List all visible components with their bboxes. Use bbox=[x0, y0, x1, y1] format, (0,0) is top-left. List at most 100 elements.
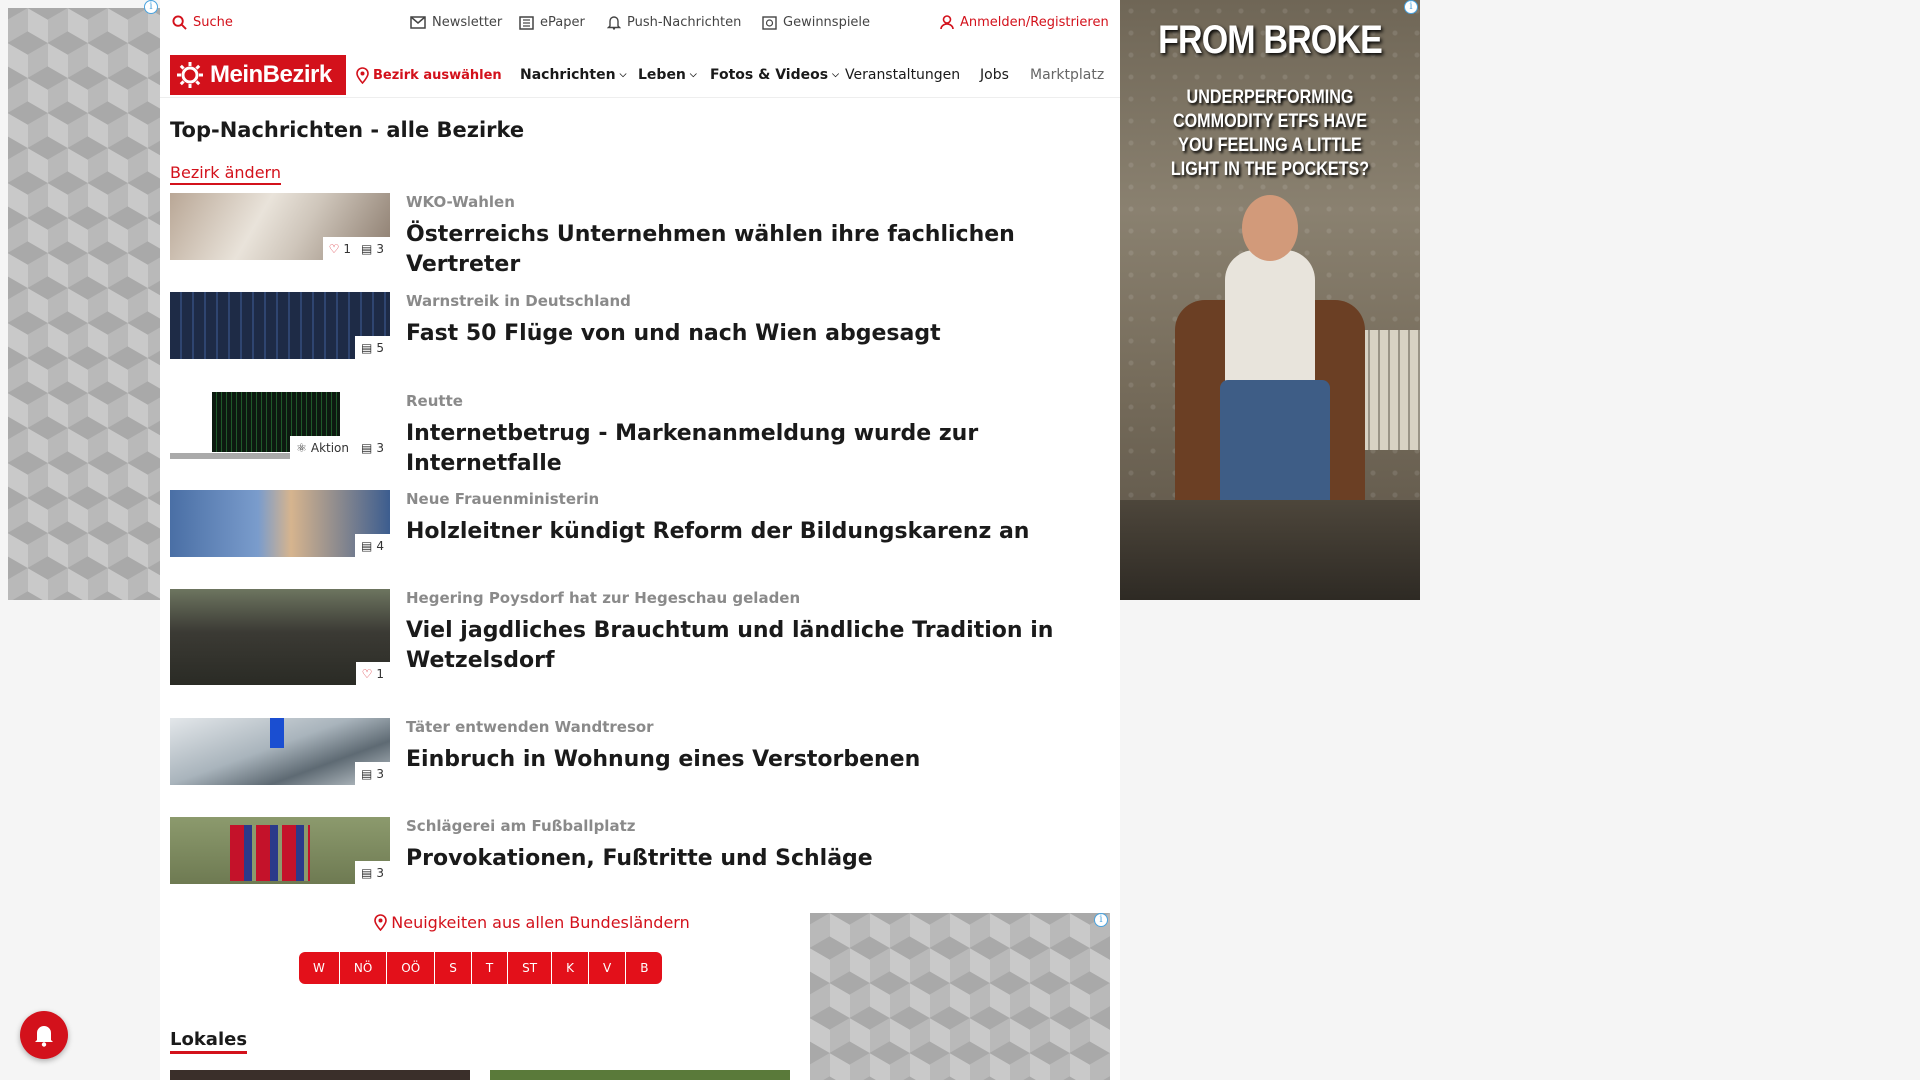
state-button-ooe[interactable]: OÖ bbox=[387, 952, 436, 984]
map-pin-icon bbox=[374, 914, 388, 931]
ad-floor bbox=[1120, 500, 1420, 600]
article-item[interactable]: ♡ 1 Hegering Poysdorf hat zur Hegeschau … bbox=[170, 589, 1110, 686]
search-icon bbox=[172, 15, 187, 30]
bundeslaender-label: Neuigkeiten aus allen Bundesländern bbox=[391, 913, 690, 932]
article-headline[interactable]: Holzleitner kündigt Reform der Bildungsk… bbox=[406, 517, 1106, 547]
nav-leben[interactable]: Leben ⌵ bbox=[638, 67, 697, 83]
article-kicker: WKO-Wahlen bbox=[406, 193, 515, 211]
epaper-link[interactable]: ePaper bbox=[519, 15, 585, 30]
chevron-down-icon: ⌵ bbox=[832, 70, 839, 80]
chevron-down-icon: ⌵ bbox=[689, 70, 697, 80]
state-button-v[interactable]: V bbox=[588, 952, 627, 984]
map-pin-icon bbox=[356, 67, 369, 84]
article-kicker: Reutte bbox=[406, 392, 463, 410]
article-thumbnail[interactable]: ▤ 4 bbox=[170, 490, 390, 557]
article-thumbnail[interactable]: ▤ 3 bbox=[170, 718, 390, 785]
state-button-b[interactable]: B bbox=[626, 952, 663, 984]
article-headline[interactable]: Viel jagdliches Brauchtum und ländliche … bbox=[406, 616, 1106, 676]
right-ad-banner[interactable]: FROM BROKE ... UNDERPERFORMING COMMODITY… bbox=[1120, 0, 1420, 600]
main-navigation: MeinBezirk Bezirk auswählen Nachrichten … bbox=[160, 52, 1120, 98]
gallery-icon: ▤ bbox=[361, 340, 373, 355]
gallery-icon: ▤ bbox=[361, 440, 373, 455]
action-label: Aktion bbox=[310, 440, 350, 455]
article-headline[interactable]: Einbruch in Wohnung eines Verstorbenen bbox=[406, 745, 1106, 775]
top-utility-bar: Suche Newsletter ePaper Push-Nachrichten… bbox=[160, 0, 1120, 46]
ad-info-icon[interactable]: i bbox=[1094, 913, 1108, 927]
article-headline[interactable]: Fast 50 Flüge von und nach Wien abgesagt bbox=[406, 319, 1106, 349]
article-item[interactable]: ▤ 4 Neue Frauenministerin Holzleitner kü… bbox=[170, 490, 1110, 557]
state-button-s[interactable]: S bbox=[435, 952, 472, 984]
ad-info-icon[interactable]: i bbox=[144, 0, 158, 14]
nav-veranstaltungen[interactable]: Veranstaltungen bbox=[845, 67, 960, 83]
change-district-link[interactable]: Bezirk ändern bbox=[170, 163, 281, 185]
nav-marktplatz[interactable]: Marktplatz bbox=[1030, 67, 1110, 83]
bundeslaender-link[interactable]: Neuigkeiten aus allen Bundesländern bbox=[322, 913, 742, 932]
lokales-thumbnail[interactable] bbox=[170, 1070, 470, 1080]
search-label: Suche bbox=[193, 15, 233, 30]
ad-man-head bbox=[1242, 195, 1298, 261]
nav-marktplatz-label: Marktplatz bbox=[1030, 67, 1105, 83]
state-button-st[interactable]: ST bbox=[508, 952, 553, 984]
like-count: 1 bbox=[376, 666, 384, 681]
nav-fotos-videos[interactable]: Fotos & Videos ⌵ bbox=[710, 67, 839, 83]
ad-man-legs bbox=[1220, 380, 1330, 510]
article-headline[interactable]: Provokationen, Fußtritte und Schläge bbox=[406, 844, 1106, 874]
article-thumbnail[interactable]: ♡ 1 ▤ 3 bbox=[170, 193, 390, 260]
article-kicker: Hegering Poysdorf hat zur Hegeschau gela… bbox=[406, 589, 801, 607]
state-button-w[interactable]: W bbox=[299, 952, 340, 984]
meinbezirk-logo[interactable]: MeinBezirk bbox=[170, 55, 346, 95]
state-selector: W NÖ OÖ S T ST K V B bbox=[299, 952, 663, 984]
nav-jobs[interactable]: Jobs bbox=[980, 67, 1009, 83]
logo-text: MeinBezirk bbox=[210, 61, 332, 88]
state-button-t[interactable]: T bbox=[471, 952, 509, 984]
article-stats-badge: ▤ 3 bbox=[355, 762, 390, 785]
gewinnspiele-link[interactable]: Gewinnspiele bbox=[762, 15, 870, 30]
select-district-label: Bezirk auswählen bbox=[373, 68, 502, 83]
article-thumbnail[interactable]: ▤ 3 bbox=[170, 817, 390, 884]
article-kicker: Warnstreik in Deutschland bbox=[406, 292, 631, 310]
gallery-icon: ▤ bbox=[361, 865, 373, 880]
notification-bell-button[interactable] bbox=[20, 1011, 68, 1059]
push-label: Push-Nachrichten bbox=[627, 15, 742, 30]
article-headline[interactable]: Österreichs Unternehmen wählen ihre fach… bbox=[406, 220, 1106, 280]
user-icon bbox=[940, 15, 954, 30]
epaper-label: ePaper bbox=[540, 15, 585, 30]
article-kicker: Täter entwenden Wandtresor bbox=[406, 718, 654, 736]
heart-icon: ♡ bbox=[361, 666, 373, 681]
article-item[interactable]: ▤ 3 Täter entwenden Wandtresor Einbruch … bbox=[170, 718, 1110, 785]
ad-radiator bbox=[1360, 330, 1420, 450]
login-link[interactable]: Anmelden/Registrieren bbox=[940, 15, 1109, 30]
article-thumbnail[interactable]: ▤ 5 bbox=[170, 292, 390, 359]
left-ad-banner[interactable] bbox=[8, 8, 160, 600]
image-count: 4 bbox=[376, 538, 384, 553]
gallery-icon: ▤ bbox=[361, 241, 373, 256]
select-district-button[interactable]: Bezirk auswählen bbox=[356, 67, 502, 84]
bottom-ad-banner[interactable] bbox=[810, 913, 1110, 1080]
heart-icon: ♡ bbox=[328, 241, 340, 256]
state-button-noe[interactable]: NÖ bbox=[339, 952, 388, 984]
article-kicker: Schlägerei am Fußballplatz bbox=[406, 817, 636, 835]
nav-fotos-videos-label: Fotos & Videos bbox=[710, 67, 829, 83]
nav-veranstaltungen-label: Veranstaltungen bbox=[845, 67, 961, 83]
newsletter-label: Newsletter bbox=[432, 15, 503, 30]
nav-nachrichten[interactable]: Nachrichten ⌵ bbox=[520, 67, 626, 83]
article-thumbnail[interactable]: ♡ 1 bbox=[170, 589, 390, 685]
article-thumbnail[interactable]: ⚛ Aktion ▤ 3 bbox=[170, 392, 390, 459]
newsletter-link[interactable]: Newsletter bbox=[410, 15, 502, 30]
lokales-thumbnail[interactable] bbox=[490, 1070, 790, 1080]
article-stats-badge: ♡ 1 ▤ 3 bbox=[322, 237, 390, 260]
search-link[interactable]: Suche bbox=[172, 15, 233, 30]
article-item[interactable]: ▤ 3 Schlägerei am Fußballplatz Provokati… bbox=[170, 817, 1110, 884]
ad-info-icon[interactable]: i bbox=[1404, 0, 1418, 14]
prize-icon bbox=[762, 15, 777, 30]
article-item[interactable]: ♡ 1 ▤ 3 WKO-Wahlen Österreichs Unternehm… bbox=[170, 193, 1110, 277]
article-stats-badge: ⚛ Aktion ▤ 3 bbox=[290, 436, 390, 459]
article-stats-badge: ♡ 1 bbox=[355, 662, 390, 685]
push-notifications-link[interactable]: Push-Nachrichten bbox=[607, 15, 741, 30]
state-button-k[interactable]: K bbox=[552, 952, 589, 984]
article-headline[interactable]: Internetbetrug - Markenanmeldung wurde z… bbox=[406, 419, 1106, 479]
article-item[interactable]: ⚛ Aktion ▤ 3 Reutte Internetbetrug - Mar… bbox=[170, 392, 1110, 476]
logo-sun-icon bbox=[177, 62, 203, 88]
article-item[interactable]: ▤ 5 Warnstreik in Deutschland Fast 50 Fl… bbox=[170, 292, 1110, 359]
nav-nachrichten-label: Nachrichten bbox=[520, 67, 616, 83]
